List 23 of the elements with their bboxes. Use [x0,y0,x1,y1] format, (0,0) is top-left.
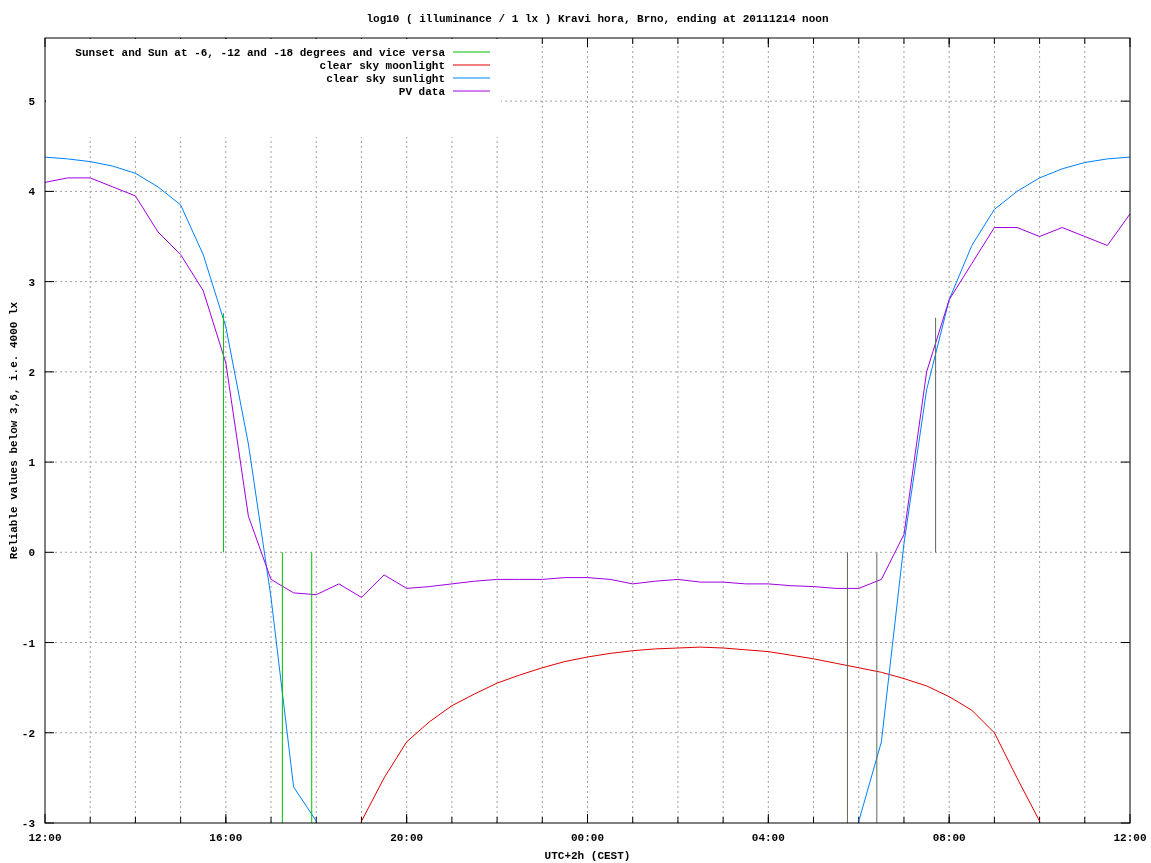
y-tick-label: -2 [21,727,35,740]
y-tick-label: 2 [28,366,35,379]
y-tick-label: 4 [28,186,35,199]
x-tick-label: 12:00 [28,832,62,844]
y-tick-label: -1 [21,637,35,650]
y-tick-label: 0 [28,547,35,560]
x-tick-label: 12:00 [1113,832,1147,844]
y-tick-label: -3 [21,818,35,830]
x-tick-label: 08:00 [932,832,966,844]
y-tick-label: 3 [28,276,35,289]
x-tick-label: 00:00 [571,832,604,844]
x-tick-label: 20:00 [390,832,424,844]
legend-label: Sunset and Sun at -6, -12 and -18 degrees and vice versa [75,47,445,59]
y-tick-label: 5 [28,96,35,109]
y-tick-label: 1 [28,457,35,470]
x-tick-label: 16:00 [209,832,243,844]
x-tick-label: 04:00 [751,832,785,844]
legend-label: clear sky sunlight [326,73,445,85]
legend-label: PV data [398,86,445,98]
legend-label: clear sky moonlight [319,60,445,72]
chart-title: log10 ( illuminance / 1 lx ) Kravi hora, Brno, ending at 20111214 noon [366,13,829,25]
y-axis-label: Reliable values below 3,6, i.e. 4000 lx [8,301,20,560]
x-axis-label: UTC+2h (CEST) [544,850,631,862]
